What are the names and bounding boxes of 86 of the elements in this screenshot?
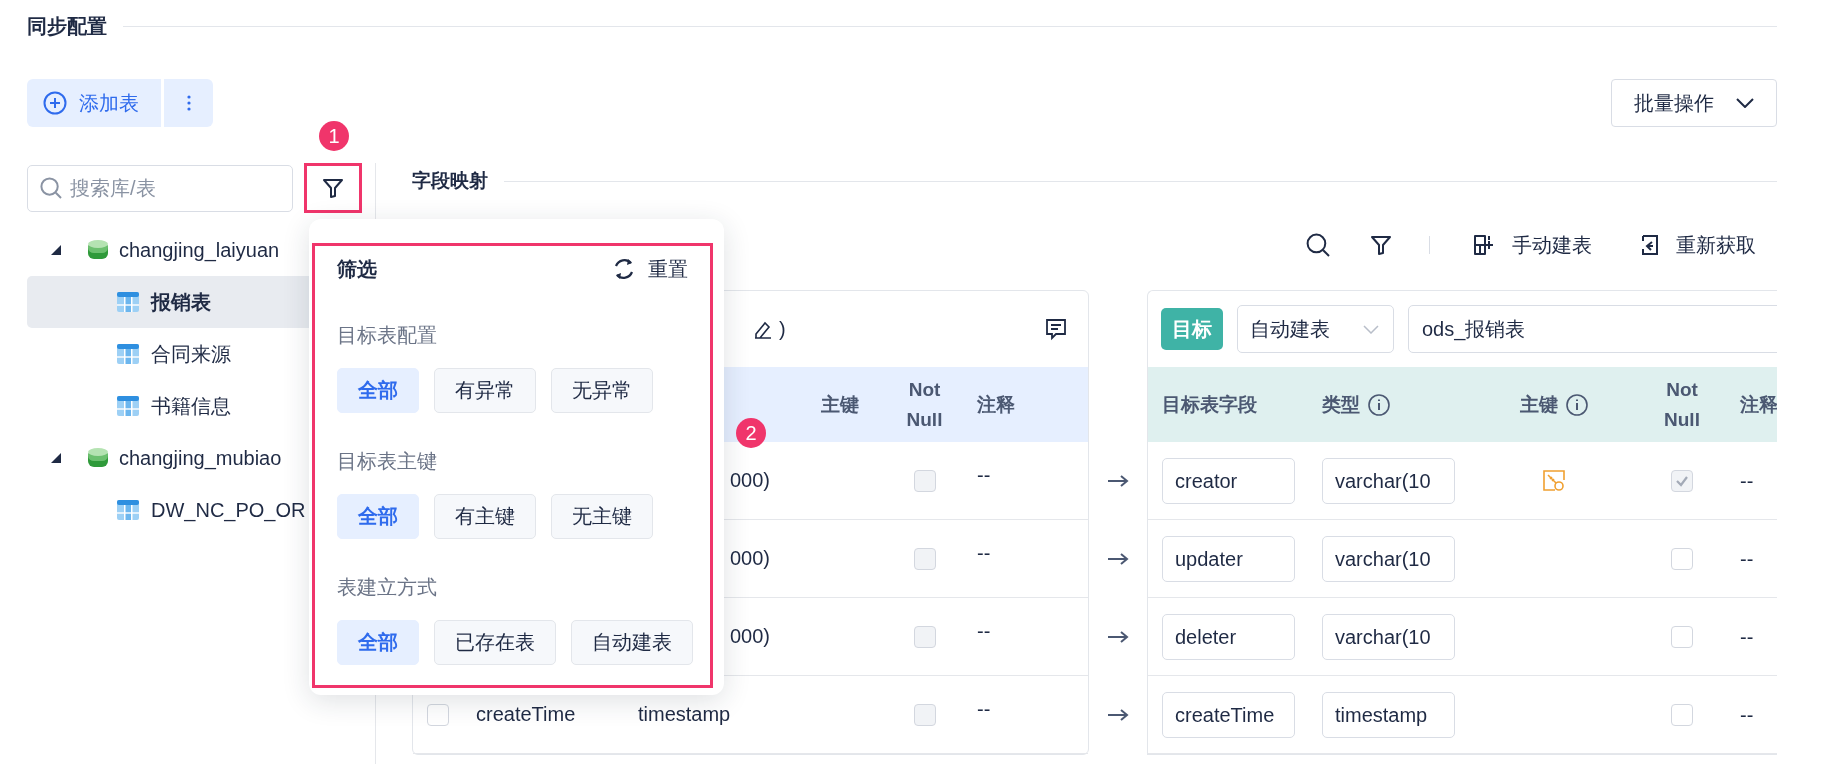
database-icon	[87, 447, 109, 469]
type-input[interactable]: timestamp	[1322, 692, 1455, 738]
type-input[interactable]: varchar(10	[1322, 458, 1455, 504]
refresh-icon	[612, 257, 636, 281]
search-icon	[1305, 232, 1331, 258]
more-button[interactable]	[164, 79, 213, 127]
field-input[interactable]: updater	[1162, 536, 1295, 582]
search-icon	[39, 175, 63, 200]
section-title: 同步配置	[27, 13, 107, 39]
table-cell: --	[1740, 547, 1754, 571]
caret-icon	[51, 245, 61, 255]
table-icon	[117, 396, 139, 416]
step-badge: 1	[319, 121, 349, 151]
caret-icon	[51, 453, 61, 463]
target-badge: 目标	[1161, 308, 1223, 350]
column-header: 注释	[962, 367, 1088, 442]
table-cell: createTime	[476, 703, 576, 726]
info-icon	[1368, 393, 1390, 416]
filter-chip[interactable]: 全部	[337, 494, 419, 539]
arrow-right-icon	[1107, 552, 1129, 566]
table-cell: timestamp	[638, 703, 731, 726]
batch-dropdown[interactable]: 批量操作	[1611, 79, 1777, 127]
step-badge: 2	[736, 418, 766, 448]
column-header: 类型	[1322, 392, 1360, 417]
filter-chip[interactable]: 无主键	[551, 494, 653, 539]
table-cell-text: --	[977, 619, 991, 643]
filter-chip[interactable]: 有异常	[434, 368, 536, 413]
column-header: 主键	[1520, 392, 1558, 417]
filter-chip[interactable]: 有主键	[434, 494, 536, 539]
filter-icon	[322, 177, 344, 199]
table-icon	[117, 344, 139, 364]
column-header: Not Null	[905, 377, 944, 432]
create-table-button[interactable]: 手动建表	[1473, 231, 1592, 259]
section-title: 字段映射	[412, 169, 488, 193]
field-input[interactable]: creator	[1162, 458, 1295, 504]
search-field[interactable]: 搜索库/表	[27, 164, 293, 212]
comment-icon	[1044, 317, 1068, 341]
table-cell-text: --	[977, 463, 991, 487]
column-header: 主键	[792, 367, 887, 442]
arrow-right-icon	[1107, 630, 1129, 644]
checkbox[interactable]	[1671, 704, 1693, 726]
table-cell: 000)	[730, 547, 771, 570]
mode-select[interactable]: 自动建表	[1237, 305, 1394, 353]
column-header: Not Null	[1663, 377, 1701, 432]
field-input[interactable]: createTime	[1162, 692, 1295, 738]
more-icon	[186, 95, 191, 111]
refresh-button[interactable]: 重新获取	[1637, 231, 1756, 259]
check-icon	[1675, 475, 1689, 487]
field-input[interactable]: deleter	[1162, 614, 1295, 660]
filter-chip[interactable]: 自动建表	[571, 620, 693, 665]
filter-icon	[1370, 234, 1392, 256]
chevron-down-icon	[1363, 324, 1379, 334]
table-cell-text: --	[977, 697, 991, 721]
group-label: 目标表主键	[337, 448, 437, 474]
table-cell: --	[1740, 625, 1754, 649]
checkbox[interactable]	[1671, 548, 1693, 570]
source-table-name: )	[779, 317, 786, 341]
info-icon	[1566, 393, 1588, 416]
chevron-down-icon	[1736, 98, 1754, 108]
arrow-right-icon	[1107, 474, 1129, 488]
edit-icon	[753, 319, 773, 339]
table-cell: 000)	[730, 469, 771, 492]
table-cell: 000)	[730, 625, 771, 648]
checkbox[interactable]	[1671, 626, 1693, 648]
table-plus-icon	[1473, 234, 1495, 256]
reset-button[interactable]: 重置	[612, 255, 688, 283]
table-cell: --	[1740, 469, 1754, 493]
column-header: 注释	[1728, 367, 1777, 442]
database-icon	[87, 239, 109, 261]
add-table-button[interactable]: 添加表	[27, 79, 161, 127]
filter-chip[interactable]: 无异常	[551, 368, 653, 413]
table-icon	[117, 292, 139, 312]
column-header: 目标表字段	[1148, 367, 1307, 442]
filter-chip[interactable]: 已存在表	[434, 620, 556, 665]
plus-circle-icon	[43, 91, 67, 115]
filter-chip[interactable]: 全部	[337, 620, 419, 665]
checkbox[interactable]	[426, 703, 449, 726]
table-cell: --	[1740, 703, 1754, 727]
filter-chip[interactable]: 全部	[337, 368, 419, 413]
arrow-right-icon	[1107, 708, 1129, 722]
table-cell-text: --	[977, 541, 991, 565]
type-input[interactable]: varchar(10	[1322, 614, 1455, 660]
type-input[interactable]: varchar(10	[1322, 536, 1455, 582]
table-name-input[interactable]: ods_报销表	[1408, 305, 1777, 353]
group-label: 表建立方式	[337, 574, 437, 600]
table-icon	[117, 500, 139, 520]
